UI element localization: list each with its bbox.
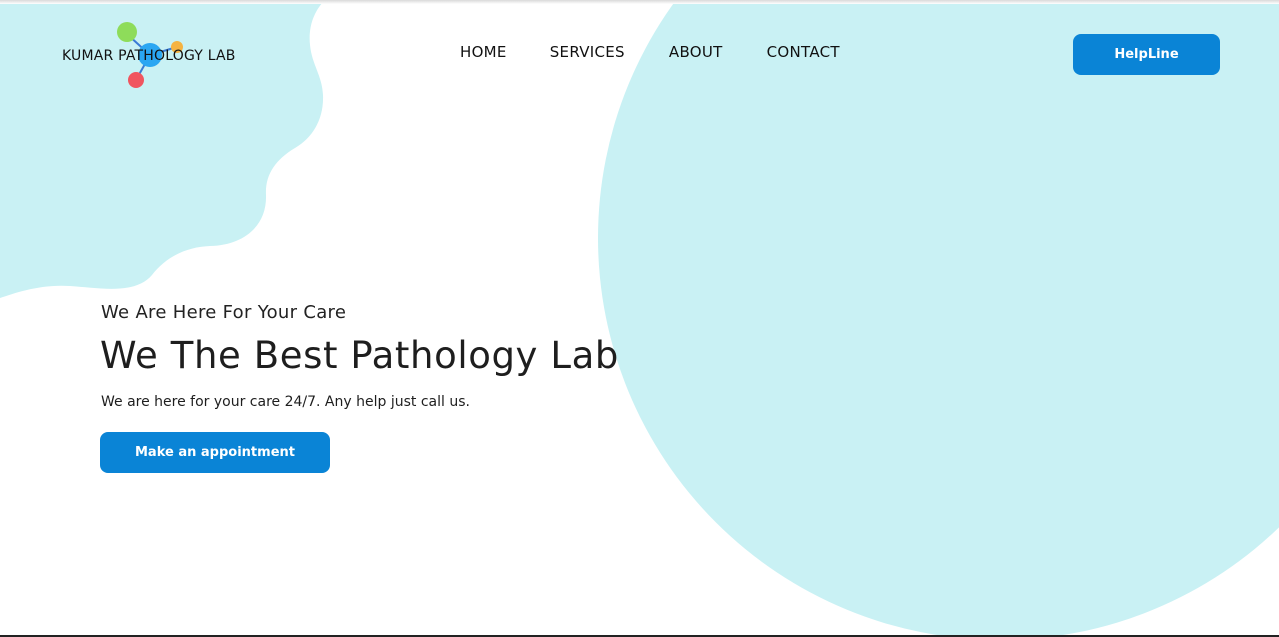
helpline-button[interactable]: HelpLine: [1073, 34, 1220, 75]
molecule-green-atom: [117, 22, 137, 42]
nav-about[interactable]: ABOUT: [669, 43, 723, 61]
make-appointment-button[interactable]: Make an appointment: [100, 432, 330, 473]
nav-home[interactable]: HOME: [460, 43, 507, 61]
nav-contact[interactable]: CONTACT: [767, 43, 840, 61]
landing-page: KUMAR PATHOLOGY LAB HOME SERVICES ABOUT …: [0, 0, 1279, 637]
hero-eyebrow: We Are Here For Your Care: [101, 302, 347, 323]
hero-title: We The Best Pathology Lab: [100, 334, 619, 377]
nav-services[interactable]: SERVICES: [550, 43, 625, 61]
hero-description: We are here for your care 24/7. Any help…: [101, 394, 470, 410]
main-nav: HOME SERVICES ABOUT CONTACT: [460, 43, 840, 61]
top-shadow: [0, 0, 1279, 4]
brand-name: KUMAR PATHOLOGY LAB: [62, 48, 236, 64]
molecule-red-atom: [128, 72, 144, 88]
brand-logo[interactable]: KUMAR PATHOLOGY LAB: [62, 18, 262, 92]
right-circle-blob: [598, 0, 1279, 637]
